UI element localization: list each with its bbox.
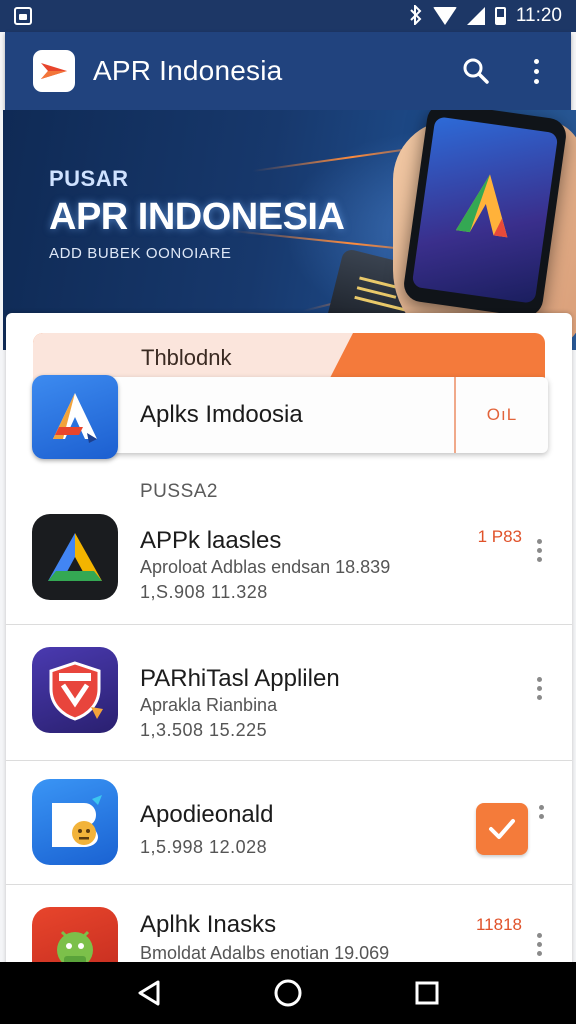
chat-bubble-icon	[32, 779, 118, 865]
app-title: APPk laasles	[140, 527, 282, 554]
battery-icon	[494, 7, 506, 25]
banner-kicker: PUSAR	[49, 166, 129, 191]
image-icon	[14, 7, 32, 25]
more-vert-icon[interactable]	[537, 933, 542, 956]
banner-title: APR INDONESIA	[49, 196, 345, 238]
list-item[interactable]: Aplhk Inasks Bmoldat Adalbs enotian 19.0…	[6, 885, 572, 993]
app-title: Aplhk Inasks	[140, 911, 277, 938]
home-icon[interactable]	[268, 973, 308, 1013]
status-icons: 11:20	[409, 3, 562, 28]
banner-subtitle: ADD BUBEK OONOIARE	[49, 245, 232, 262]
screen: 11:20 APR Indonesia PUSAR APR INDONESIA …	[0, 0, 576, 1024]
app-subtitle: Bmoldat Adalbs enotian 19.069	[140, 943, 390, 963]
app-title: Apodieonald	[140, 801, 274, 828]
system-nav-bar	[0, 962, 576, 1024]
list-item[interactable]: PARhiTasl Applilen Aprakla Rianbina 1,3.…	[6, 625, 572, 761]
more-vert-icon[interactable]	[537, 539, 542, 562]
featured-app-logo-icon	[32, 375, 118, 459]
app-badge: 1 P83	[477, 527, 522, 546]
featured-app-name: Aplks Imdoosia	[140, 401, 303, 428]
app-subtitle: Aproloat Adblas endsan 18.839	[140, 557, 391, 577]
app-bar-actions	[459, 54, 553, 88]
app-title: APR Indonesia	[93, 55, 283, 86]
more-vert-icon[interactable]	[539, 805, 544, 819]
recents-icon[interactable]	[407, 973, 447, 1013]
back-icon[interactable]	[129, 973, 169, 1013]
more-vert-icon[interactable]	[519, 54, 553, 88]
content-sheet: Thblodnk Aplks Imdoosia OıL PUSSA2 APPk …	[6, 313, 572, 993]
app-subtitle: Aprakla Rianbina	[140, 695, 278, 715]
list-item[interactable]: Apodieonald 1,5.998 12.028	[6, 761, 572, 885]
banner-text: PUSAR APR INDONESIA ADD BUBEK OONOIARE	[49, 166, 345, 262]
phone-illustration	[401, 110, 569, 319]
check-icon[interactable]	[476, 803, 528, 855]
play-logo-icon	[33, 50, 75, 92]
search-icon[interactable]	[459, 54, 493, 88]
app-badge: 11818	[475, 915, 522, 934]
shield-icon	[32, 647, 118, 733]
app-title: PARhiTasl Applilen	[140, 665, 340, 692]
bluetooth-icon	[409, 3, 423, 28]
triangle-logo-icon	[32, 514, 118, 600]
featured-tab-label: Thblodnk	[141, 345, 232, 370]
featured-action-button[interactable]: OıL	[454, 377, 548, 453]
wifi-icon	[432, 7, 457, 25]
more-vert-icon[interactable]	[537, 677, 542, 700]
status-time: 11:20	[515, 5, 562, 26]
signal-icon	[466, 7, 485, 25]
app-bar: APR Indonesia	[5, 32, 571, 110]
app-meta: 1,3.508 15.225	[140, 720, 268, 740]
app-meta: 1,5.998 12.028	[140, 837, 268, 857]
list-item[interactable]: APPk laasles Aproloat Adblas endsan 18.8…	[6, 495, 572, 625]
featured-app-card[interactable]: Aplks Imdoosia OıL	[32, 375, 548, 459]
app-meta: 1,S.908 11.328	[140, 582, 268, 602]
status-bar: 11:20	[0, 0, 576, 32]
